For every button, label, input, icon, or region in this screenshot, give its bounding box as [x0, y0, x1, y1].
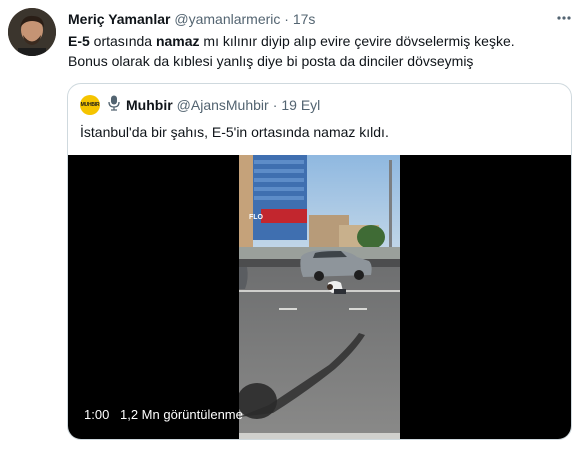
tweet-header: Meriç Yamanlar @yamanlarmeric · 17s	[68, 10, 315, 28]
tweet-time[interactable]: 17s	[293, 11, 316, 27]
microphone-icon	[108, 95, 120, 115]
store-sign-text: FLO	[249, 214, 264, 221]
tweet-text: E-5 ortasında namaz mı kılınır diyip alı…	[68, 31, 568, 71]
more-horizontal-icon[interactable]	[552, 8, 576, 28]
author-avatar[interactable]	[8, 8, 56, 56]
dot-separator: ·	[284, 11, 289, 27]
video-view-count: 1,2 Mn görüntülenme	[120, 407, 243, 422]
video-frame: FLO	[239, 155, 400, 439]
video-duration: 1:00	[84, 407, 110, 422]
text-segment: mı kılınır diyip alıp evire çevire dövse…	[199, 33, 515, 49]
tweet-text-line-1: E-5 ortasında namaz mı kılınır diyip alı…	[68, 31, 568, 51]
author-handle[interactable]: @yamanlarmeric	[174, 11, 280, 27]
tweet: Meriç Yamanlar @yamanlarmeric · 17s E-5 …	[0, 0, 585, 450]
dot-separator: ·	[272, 97, 278, 113]
bold-namaz: namaz	[155, 33, 200, 49]
quoted-author-name[interactable]: Muhbir	[126, 96, 173, 114]
author-name[interactable]: Meriç Yamanlar	[68, 11, 170, 27]
text-segment: ortasında	[89, 33, 156, 49]
quoted-tweet-text: İstanbul'da bir şahıs, E-5'in ortasında …	[80, 124, 389, 140]
quoted-tweet-header: MUHBIR Muhbir @AjansMuhbir · 19 Eyl	[80, 95, 320, 115]
quoted-tweet-date[interactable]: 19 Eyl	[281, 96, 320, 114]
tweet-text-line-2: Bonus olarak da kıblesi yanlış diye bi p…	[68, 53, 474, 69]
quoted-author-avatar[interactable]: MUHBIR	[80, 95, 100, 115]
hashtag-e5: E-5	[68, 33, 90, 49]
avatar-mark: MUHBIR	[80, 102, 100, 108]
quoted-author-handle[interactable]: @AjansMuhbir	[177, 96, 269, 114]
quoted-tweet[interactable]: MUHBIR Muhbir @AjansMuhbir · 19 Eyl İsta…	[67, 83, 572, 440]
video-player[interactable]: FLO	[68, 155, 571, 439]
